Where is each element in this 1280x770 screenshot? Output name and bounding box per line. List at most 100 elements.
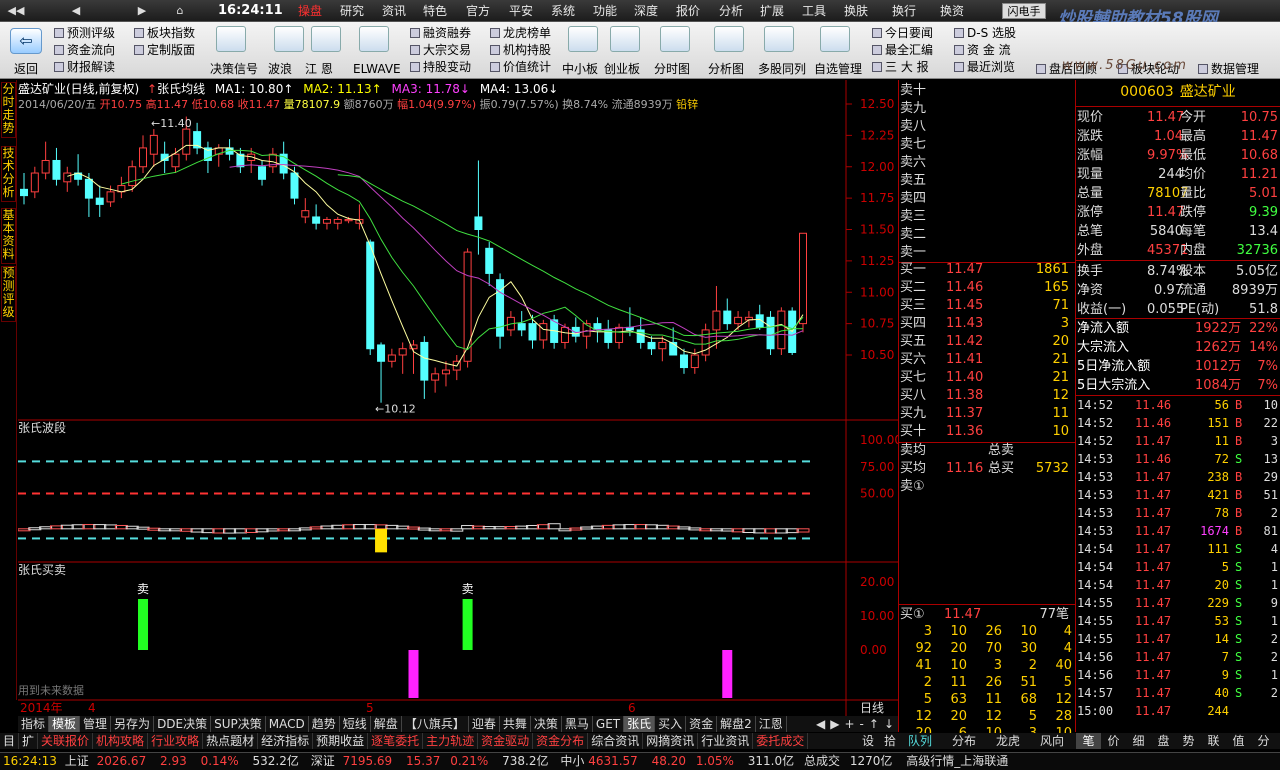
toolbar-link[interactable]: 资 金 流 — [954, 43, 1011, 57]
quote-tab[interactable]: 价 — [1101, 733, 1126, 749]
indicator-nav-button[interactable]: ◀ — [816, 717, 825, 731]
toolbar-link[interactable]: 财报解读 — [54, 60, 115, 74]
toolbar-button[interactable]: 江 恩 — [305, 62, 333, 76]
menu-item[interactable]: 分析 — [719, 3, 743, 19]
toolbar-chart-icon[interactable] — [216, 26, 246, 52]
indicator-tab[interactable]: 迎春 — [469, 716, 500, 732]
left-tab[interactable]: 技术分析 — [1, 146, 16, 202]
indicator-tab[interactable]: 解盘 — [371, 716, 402, 732]
orderbook-tab[interactable]: 队列 — [898, 733, 942, 749]
toolbar-app-icon[interactable] — [610, 26, 640, 52]
menu-item[interactable]: 换肤 — [844, 3, 868, 19]
indicator-tab[interactable]: GET — [593, 716, 625, 732]
bottom-tab[interactable]: 关联报价 — [38, 733, 94, 749]
bottom-tab[interactable]: 逐笔委托 — [368, 733, 424, 749]
toolbar-link[interactable]: 融资融券 — [410, 26, 471, 40]
toolbar-app-icon[interactable] — [820, 26, 850, 52]
toolbar-button[interactable]: 分析图 — [708, 62, 744, 76]
buy-level-row[interactable]: 买九 11.37 11 — [900, 405, 1075, 423]
bottom-tab[interactable]: 综合资讯 — [588, 733, 644, 749]
indicator-tab[interactable]: DDE决策 — [154, 716, 212, 732]
buy-level-row[interactable]: 买一 11.47 1861 — [900, 261, 1075, 279]
buy-level-row[interactable]: 买七 11.40 21 — [900, 369, 1075, 387]
toolbar-app-icon[interactable] — [764, 26, 794, 52]
toolbar-link[interactable]: 今日要闻 — [872, 26, 933, 40]
menu-item[interactable]: 报价 — [676, 3, 700, 19]
indicator-nav-button[interactable]: ↑ — [869, 717, 879, 731]
indicator-tab[interactable]: 买入 — [655, 716, 687, 732]
first-icon[interactable]: ◀◀ — [2, 2, 30, 20]
fund-flow-row[interactable]: 5日净流入额 1012万 7% — [1077, 357, 1280, 376]
toolbar-button[interactable]: 中小板 — [562, 62, 598, 76]
indicator-tab[interactable]: 管理 — [80, 716, 112, 732]
menu-item[interactable]: 换行 — [892, 3, 916, 19]
toolbar-link[interactable]: 持股变动 — [410, 60, 471, 74]
indicator-tab[interactable]: MACD — [266, 716, 309, 732]
orderbook-tab[interactable]: 风向 — [1030, 733, 1074, 749]
indicator-tab[interactable]: 指标 — [18, 716, 50, 732]
menu-item[interactable]: 功能 — [593, 3, 617, 19]
bottom-tab[interactable]: 行业资讯 — [698, 733, 754, 749]
indicator-tab[interactable]: 资金 — [686, 716, 718, 732]
fund-flow-row[interactable]: 净流入额 1922万 22% — [1077, 319, 1280, 338]
bottom-tab[interactable]: 机构攻略 — [93, 733, 149, 749]
menu-item[interactable]: 资讯 — [382, 3, 406, 19]
buy-level-row[interactable]: 买五 11.42 20 — [900, 333, 1075, 351]
sh-label[interactable]: 上证 — [65, 754, 89, 768]
buy-level-row[interactable]: 买四 11.43 3 — [900, 315, 1075, 333]
toolbar-link[interactable]: D-S 选股 — [954, 26, 1016, 40]
toolbar-link[interactable]: 三 大 报 — [872, 60, 929, 74]
toolbar-link[interactable]: 机构持股 — [490, 43, 551, 57]
toolbar-link[interactable]: 最全汇编 — [872, 43, 933, 57]
quote-tab[interactable]: 联 — [1201, 733, 1226, 749]
bottom-tab[interactable]: 经济指标 — [258, 733, 314, 749]
connection-status[interactable]: 高级行情_上海联通 — [906, 754, 1008, 768]
toolbar-button[interactable]: 自选管理 — [814, 62, 862, 76]
indicator-tab[interactable]: SUP决策 — [211, 716, 266, 732]
menu-item[interactable]: 深度 — [634, 3, 658, 19]
menu-item[interactable]: 系统 — [551, 3, 575, 19]
back-button[interactable]: 返回 — [14, 62, 38, 76]
toolbar-link[interactable]: 定制版面 — [134, 43, 195, 57]
back-icon[interactable]: ⇦ — [10, 28, 42, 54]
indicator-tab[interactable]: 模板 — [49, 716, 81, 732]
sz-label[interactable]: 深证 — [311, 754, 335, 768]
buy-level-row[interactable]: 买八 11.38 12 — [900, 387, 1075, 405]
bottom-nav-button[interactable]: 拾 — [884, 734, 896, 748]
toolbar-chart-icon[interactable] — [359, 26, 389, 52]
toolbar-app-icon[interactable] — [714, 26, 744, 52]
toolbar-link[interactable]: 板块指数 — [134, 26, 195, 40]
toolbar-button[interactable]: 多股同列 — [758, 62, 806, 76]
toolbar-app-icon[interactable] — [660, 26, 690, 52]
toolbar-button[interactable]: 波浪 — [268, 62, 292, 76]
zx-label[interactable]: 中小 — [560, 754, 584, 768]
left-tab[interactable]: 预测评级 — [1, 266, 16, 322]
menu-item[interactable]: 工具 — [802, 3, 826, 19]
indicator-nav-button[interactable]: ↓ — [884, 717, 894, 731]
menu-item[interactable]: 扩展 — [760, 3, 784, 19]
kline-chart[interactable]: 12.50 12.25 12.00 11.75 11.50 11.25 11.00 10.75… — [18, 80, 898, 720]
toolbar-button[interactable]: ELWAVE — [353, 62, 401, 76]
next-icon[interactable]: ▶ — [128, 2, 156, 20]
buy-level-row[interactable]: 买二 11.46 165 — [900, 279, 1075, 297]
bottom-tab[interactable]: 目 — [0, 733, 20, 749]
orderbook-tab[interactable]: 龙虎 — [986, 733, 1030, 749]
toolbar-link[interactable]: 大宗交易 — [410, 43, 471, 57]
menu-item[interactable]: 特色 — [423, 3, 447, 19]
quote-tab[interactable]: 分 — [1251, 733, 1276, 749]
period-label[interactable]: 日线 — [860, 701, 884, 715]
indicator-tab[interactable]: 短线 — [340, 716, 371, 732]
indicator-tab[interactable]: 黑马 — [562, 716, 593, 732]
bottom-tab[interactable]: 网摘资讯 — [643, 733, 699, 749]
quote-tab[interactable]: 值 — [1226, 733, 1251, 749]
bottom-tab[interactable]: 委托成交 — [753, 733, 809, 749]
quote-tab[interactable]: 盘 — [1151, 733, 1176, 749]
indicator-tab[interactable]: 江恩 — [756, 716, 787, 732]
toolbar-link[interactable]: 价值统计 — [490, 60, 551, 74]
toolbar-link[interactable]: 龙虎榜单 — [490, 26, 551, 40]
toolbar-button[interactable]: 创业板 — [604, 62, 640, 76]
toolbar-link[interactable]: 最近浏览 — [954, 60, 1015, 74]
indicator-tab[interactable]: 另存为 — [111, 716, 155, 732]
toolbar-link[interactable]: 数据管理 — [1198, 62, 1259, 76]
bottom-tab[interactable]: 行业攻略 — [148, 733, 204, 749]
